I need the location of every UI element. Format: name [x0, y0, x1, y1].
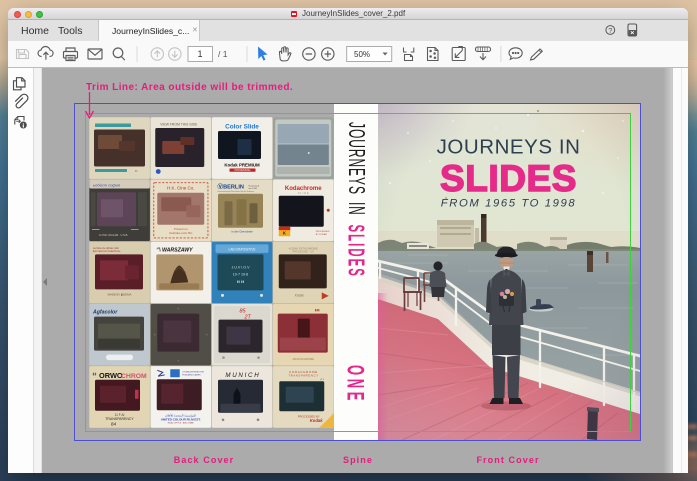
svg-text:M U N I C H: M U N I C H	[225, 372, 259, 379]
svg-text:?: ?	[608, 26, 612, 35]
svg-text:PROCESSED · DY: PROCESSED · DY	[293, 250, 315, 253]
svg-text:ONE: ONE	[341, 365, 367, 404]
svg-text:IN: IN	[344, 202, 369, 216]
svg-text:HEAD OFFICE · ABU DHABI: HEAD OFFICE · ABU DHABI	[168, 421, 194, 424]
svg-text:BY KODAK: BY KODAK	[316, 233, 328, 236]
svg-text:der DDR: der DDR	[249, 187, 258, 190]
svg-text:PROCESSED: PROCESSED	[316, 231, 330, 233]
svg-text:UNITED COLOUR FILM EST.: UNITED COLOUR FILM EST.	[161, 417, 201, 421]
svg-text:ⓋBERLIN: ⓋBERLIN	[218, 183, 244, 191]
svg-text:Cadrides color film: Cadrides color film	[169, 231, 193, 235]
svg-text:1: 1	[197, 49, 202, 59]
svg-text:T R A N S P A R E N C Y: T R A N S P A R E N C Y	[288, 373, 318, 377]
svg-text:PROCESSING: PROCESSING	[235, 169, 251, 172]
svg-text:▮▮ ▮▮: ▮▮ ▮▮	[237, 279, 245, 283]
svg-text:UTONA DISTRIBUTOR: UTONA DISTRIBUTOR	[182, 370, 204, 373]
svg-text:La fotos de dichas rollo: La fotos de dichas rollo	[93, 247, 119, 250]
svg-text:ьобест софия: ьобест софия	[93, 183, 121, 188]
svg-text:K: K	[283, 231, 286, 236]
svg-text:84: 84	[111, 421, 117, 426]
svg-text:SLIDES: SLIDES	[344, 225, 369, 278]
svg-text:CHROM: CHROM	[121, 373, 147, 380]
svg-text:Kodak PREMIUM: Kodak PREMIUM	[224, 163, 260, 168]
svg-text:Graetzburger/Dresdner Berlin F: Graetzburger/Dresdner Berlin Fabrino	[218, 190, 256, 193]
svg-text:ANSCOCHROME: ANSCOCHROME	[292, 357, 314, 361]
svg-text:TRANSPARENCY: TRANSPARENCY	[105, 417, 134, 421]
svg-text:▪▪: ▪▪	[135, 169, 137, 173]
svg-text:ORWO: ORWO	[99, 371, 123, 380]
svg-text:LAB DIAPOSITIVE: LAB DIAPOSITIVE	[229, 247, 256, 251]
svg-text:50%: 50%	[354, 50, 370, 59]
svg-text:JOURNEYS: JOURNEYS	[344, 122, 369, 195]
svg-text:Eso ideal con Kodachrome: Eso ideal con Kodachrome	[93, 250, 121, 253]
svg-text:▬▬▬: ▬▬▬	[131, 228, 139, 231]
svg-text:/ 1: / 1	[218, 49, 228, 59]
svg-text:Agfacolor: Agfacolor	[92, 310, 118, 316]
svg-text:MADE BY ▮ EDMA: MADE BY ▮ EDMA	[108, 292, 132, 296]
svg-text:H.K. Cine Co.: H.K. Cine Co.	[167, 186, 195, 191]
svg-text:▬▬▬: ▬▬▬	[92, 228, 100, 231]
svg-text:11 PAV. NUILAM · U.S.B.: 11 PAV. NUILAM · U.S.B.	[99, 233, 128, 237]
svg-text:Color Slide: Color Slide	[225, 124, 259, 131]
svg-text:J.U.V I.O.V: J.U.V I.O.V	[232, 265, 251, 269]
svg-text:‘’\ WARSZAWY: ‘’\ WARSZAWY	[156, 247, 193, 253]
svg-text:Kodak: Kodak	[295, 293, 304, 297]
svg-text:19·7 19·8: 19·7 19·8	[233, 272, 248, 276]
svg-text:FILM ASSOCIATES: FILM ASSOCIATES	[182, 373, 201, 376]
svg-text:K O D A C H R O M E: K O D A C H R O M E	[289, 370, 317, 374]
svg-text:Kodak: Kodak	[310, 418, 323, 423]
svg-text:S L I D E: S L I D E	[298, 191, 309, 195]
svg-text:▮▮▮: ▮▮▮	[315, 308, 320, 312]
svg-text:▮▮: ▮▮	[93, 372, 97, 376]
svg-text:VIEW FROM THIS SIDE: VIEW FROM THIS SIDE	[160, 123, 198, 127]
svg-text:in der Dreschsle: in der Dreschsle	[231, 230, 253, 234]
